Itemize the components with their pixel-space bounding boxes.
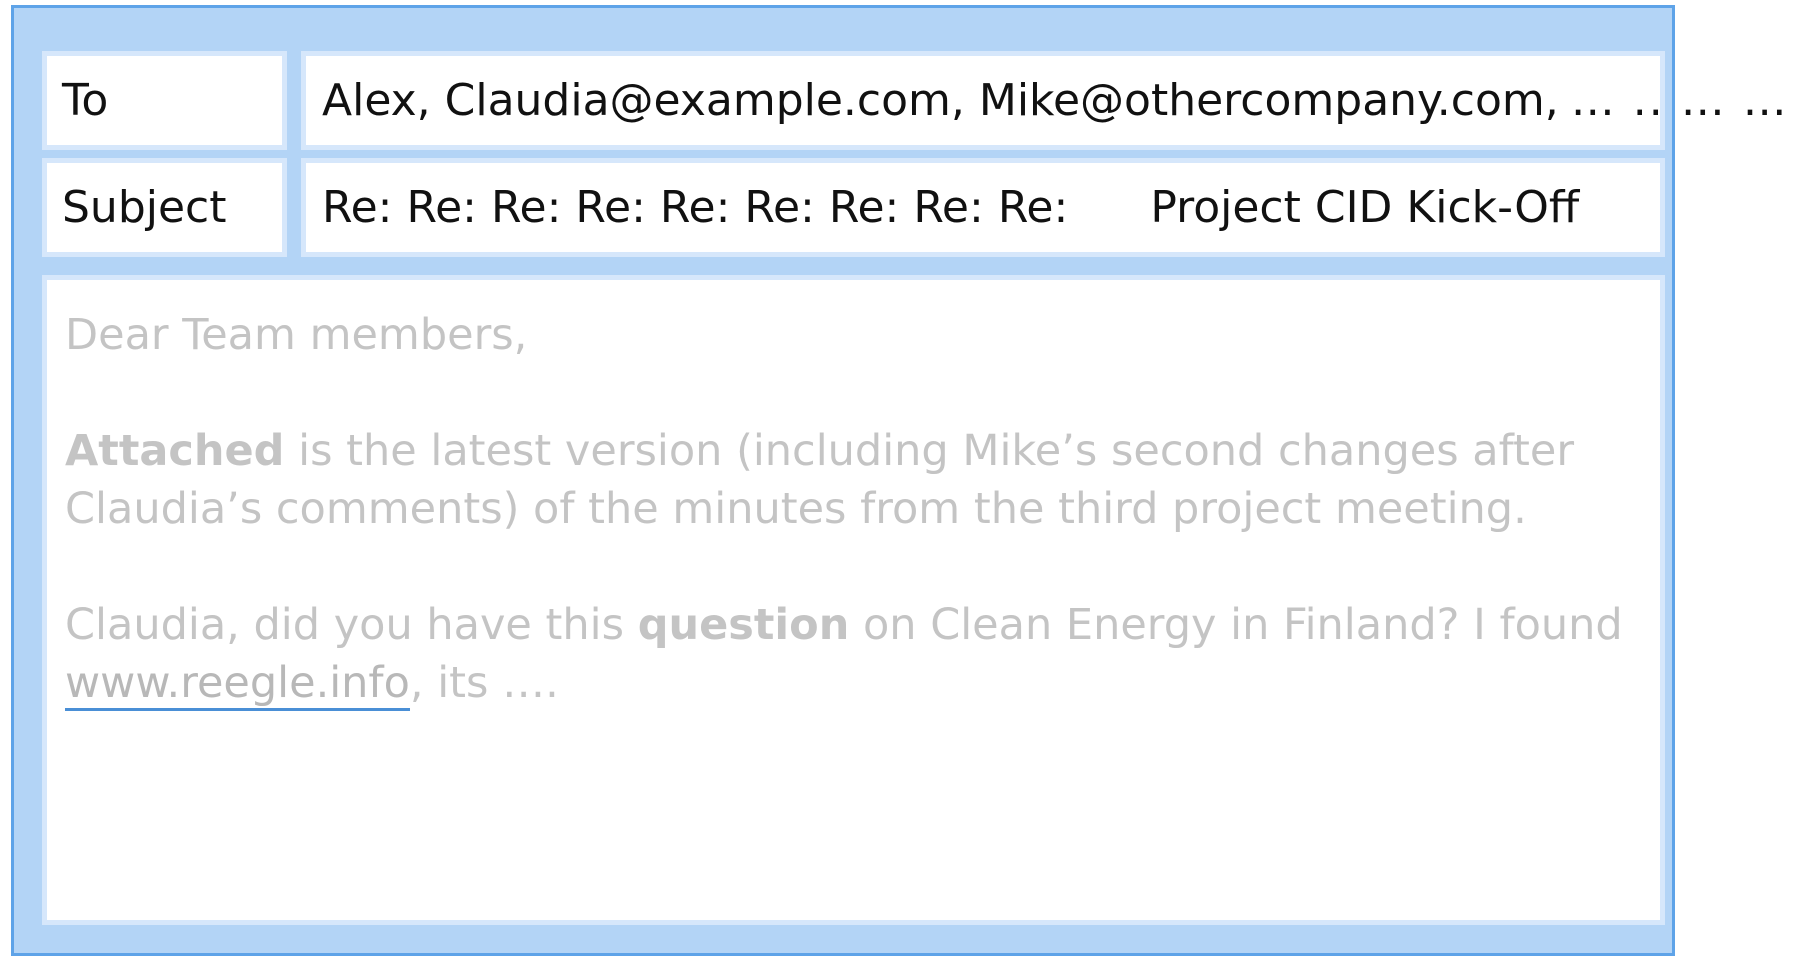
reegle-link[interactable]: www.reegle.info — [65, 658, 410, 711]
question-intro-text: Claudia, did you have this — [65, 600, 638, 650]
body-paragraph-question: Claudia, did you have this question on C… — [65, 596, 1642, 712]
subject-title: Project CID Kick-Off — [1150, 181, 1580, 233]
body-paragraph-attachment: Attached is the latest version (includin… — [65, 422, 1642, 538]
to-label-text: To — [62, 74, 109, 126]
question-bold-text: question — [637, 600, 850, 650]
to-recipients: Alex, Claudia@example.com, Mike@othercom… — [322, 74, 1559, 126]
attached-bold-text: Attached — [65, 426, 285, 476]
attachment-text: is the latest version (including Mike’s … — [65, 426, 1575, 534]
to-overflow-ellipsis: … .. … … — [1570, 74, 1789, 126]
email-compose-window: To Alex, Claudia@example.com, Mike@other… — [11, 5, 1787, 956]
question-middle-text: on Clean Energy in Finland? I found — [849, 600, 1623, 650]
subject-field[interactable]: Re: Re: Re: Re: Re: Re: Re: Re: Re: Proj… — [301, 158, 1665, 257]
subject-label: Subject — [42, 158, 287, 257]
subject-label-text: Subject — [62, 181, 227, 233]
to-label: To — [42, 51, 287, 150]
question-end-text: , its …. — [409, 658, 559, 708]
subject-reply-prefix: Re: Re: Re: Re: Re: Re: Re: Re: Re: — [322, 181, 1069, 233]
to-field[interactable]: Alex, Claudia@example.com, Mike@othercom… — [301, 51, 1787, 150]
greeting-line: Dear Team members, — [65, 310, 528, 360]
message-body[interactable]: Dear Team members, Attached is the lates… — [42, 275, 1665, 925]
